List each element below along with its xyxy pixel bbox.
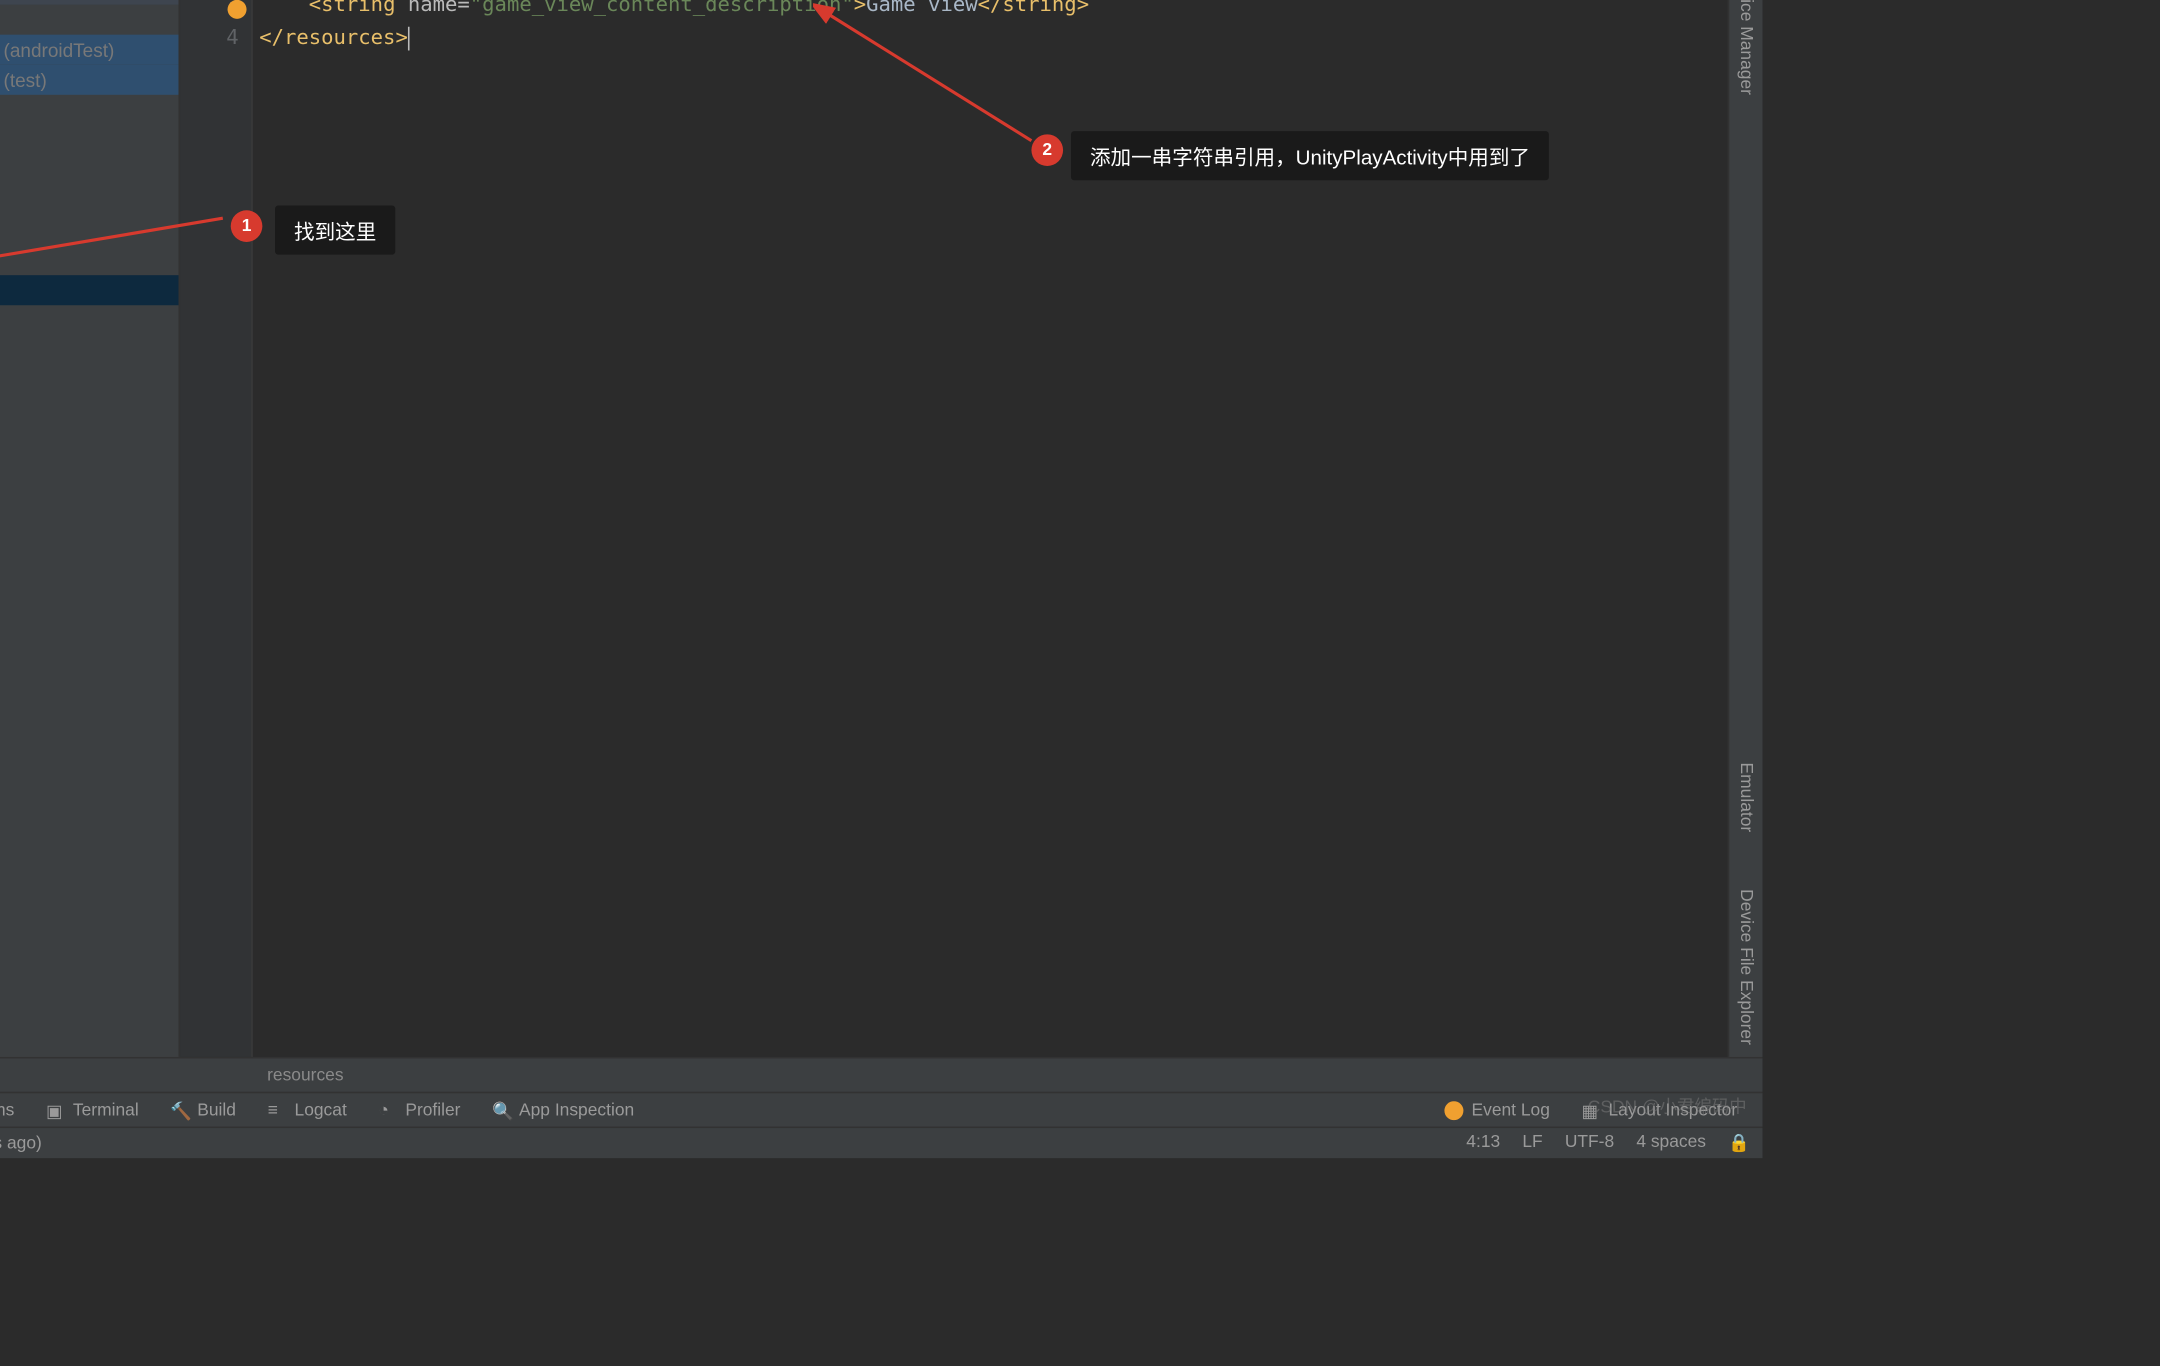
- project-tree[interactable]: ⌄app›manifests⌄java⌄com.example.myapplic…: [0, 0, 179, 1057]
- tree-item-mainactivity[interactable]: MainActivity: [0, 5, 179, 35]
- status-message: Gradle sync finished in 39 s 810 ms (7 m…: [0, 1134, 42, 1153]
- tree-item-res[interactable]: ⌄res: [0, 95, 179, 125]
- annotation-badge-2: 2: [1031, 134, 1063, 166]
- tree-item-drawable[interactable]: ›drawable: [0, 125, 179, 155]
- right-tab-emulator[interactable]: Emulator: [1733, 749, 1758, 844]
- watermark: CSDN @小君编码中: [1588, 1093, 1747, 1118]
- bottom-tool-logcat[interactable]: ≡Logcat: [255, 1097, 359, 1122]
- tree-item-gradle-scripts[interactable]: ›🐘Gradle Scripts: [0, 365, 179, 395]
- project-tool-window: Android ▾ ⊕ ⇵ ⇅ ⚙ ▾ — ⌄app›manifests⌄jav…: [0, 0, 180, 1057]
- bottom-tool-app-inspection[interactable]: 🔍App Inspection: [479, 1097, 646, 1122]
- tree-item-com-example-myapplication[interactable]: ›com.example.myapplication (androidTest): [0, 35, 179, 65]
- tree-item-themes[interactable]: ›themes (2): [0, 305, 179, 335]
- status-bar: ☐ Gradle sync finished in 39 s 810 ms (7…: [0, 1127, 1762, 1159]
- status-widget[interactable]: UTF-8: [1565, 1133, 1614, 1154]
- tree-item-strings-xml[interactable]: strings.xml: [0, 275, 179, 305]
- tree-item-mipmap[interactable]: ›mipmap: [0, 185, 179, 215]
- lock-icon[interactable]: 🔒: [1728, 1133, 1750, 1154]
- tree-item-colors-xml[interactable]: colors.xml: [0, 245, 179, 275]
- tree-item-layout[interactable]: ›layout: [0, 155, 179, 185]
- editor-breadcrumb: resources: [0, 1057, 1762, 1092]
- annotation-label-2: 添加一串字符串引用，UnityPlayActivity中用到了: [1071, 131, 1549, 180]
- annotation-label-1: 找到这里: [275, 206, 395, 255]
- tree-item-xml[interactable]: ›xml: [0, 335, 179, 365]
- breadcrumb-tag[interactable]: resources: [267, 1066, 343, 1085]
- status-widget[interactable]: 4 spaces: [1636, 1133, 1706, 1154]
- bottom-tool-build[interactable]: 🔨Build: [158, 1097, 249, 1122]
- warning-gutter-icon[interactable]: [228, 0, 247, 19]
- right-tab-device-manager[interactable]: Device Manager: [1733, 0, 1758, 108]
- bottom-tool-stripe: ⎇Version Control≡TODO⊘Problems▣Terminal🔨…: [0, 1092, 1762, 1127]
- bottom-tool-terminal[interactable]: ▣Terminal: [33, 1097, 151, 1122]
- status-widget[interactable]: LF: [1522, 1133, 1542, 1154]
- status-widget[interactable]: 4:13: [1466, 1133, 1500, 1154]
- bottom-tool-event-log[interactable]: Event Log: [1432, 1097, 1563, 1122]
- right-tool-stripe: GradleDevice ManagerEmulatorDevice File …: [1728, 0, 1763, 1057]
- right-tab-device-file-explorer[interactable]: Device File Explorer: [1733, 876, 1758, 1057]
- bottom-tool-profiler[interactable]: ◔Profiler: [366, 1097, 473, 1122]
- tree-item-com-example-myapplication[interactable]: ›com.example.myapplication (test): [0, 65, 179, 95]
- bottom-tool-problems[interactable]: ⊘Problems: [0, 1097, 27, 1122]
- tree-item-values[interactable]: ⌄values: [0, 215, 179, 245]
- annotation-badge-1: 1: [231, 210, 263, 242]
